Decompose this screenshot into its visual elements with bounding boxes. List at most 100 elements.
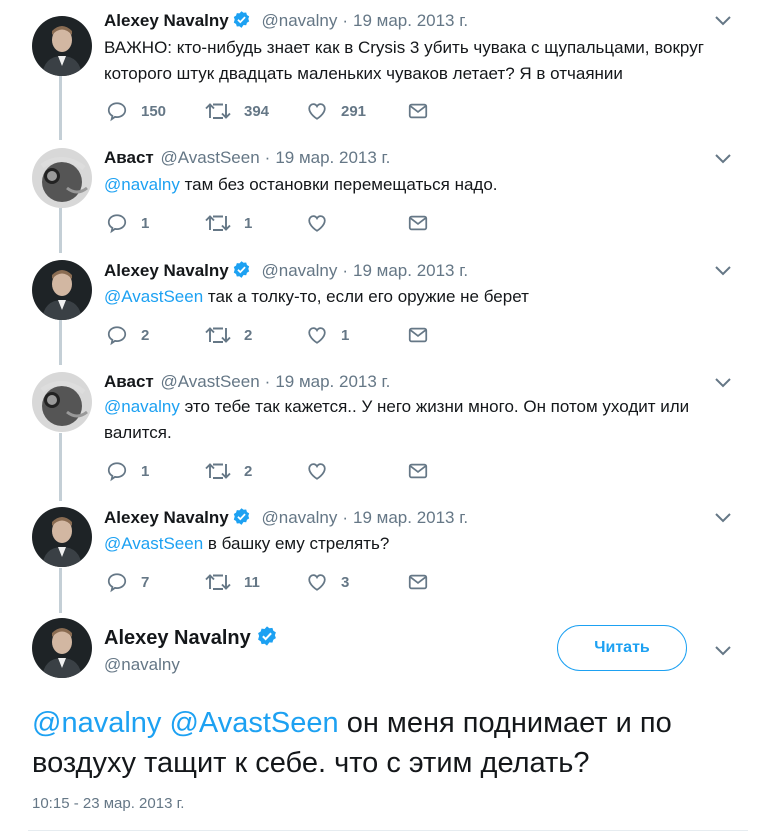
tweet[interactable]: Alexey Navalny @navalny · 19 мар. 2013 г. …: [0, 260, 777, 360]
tweet-date[interactable]: 19 мар. 2013 г.: [275, 148, 390, 167]
mention-link[interactable]: @navalny: [32, 707, 161, 739]
tweet-date[interactable]: 19 мар. 2013 г.: [353, 508, 468, 527]
author-name[interactable]: Alexey Navalny: [104, 11, 229, 30]
retweet-button[interactable]: 11: [205, 570, 260, 594]
heart-icon: [308, 327, 326, 344]
main-author-name-text[interactable]: Alexey Navalny: [104, 627, 251, 649]
author-handle[interactable]: @navalny: [261, 11, 337, 30]
retweet-icon: [205, 103, 231, 119]
mention-link[interactable]: @AvastSeen: [169, 707, 338, 739]
avatar[interactable]: [32, 148, 92, 208]
reply-count: 7: [141, 573, 150, 591]
avatar[interactable]: [32, 372, 92, 432]
like-button[interactable]: [306, 211, 341, 235]
reply-button[interactable]: 2: [106, 323, 149, 347]
envelope-icon: [408, 574, 428, 590]
tweet-header: Alexey Navalny @navalny · 19 мар. 2013 г.: [104, 507, 468, 531]
reply-count: 150: [141, 102, 167, 120]
envelope-icon: [408, 215, 428, 231]
chevron-down-icon[interactable]: [713, 644, 733, 663]
follow-button[interactable]: Читать: [557, 625, 687, 671]
author-name[interactable]: Аваст: [104, 372, 154, 391]
mention-link[interactable]: @navalny: [104, 175, 180, 194]
tweet-header: Alexey Navalny @navalny · 19 мар. 2013 г.: [104, 10, 468, 34]
separator-dot: ·: [264, 148, 271, 167]
author-name[interactable]: Аваст: [104, 148, 154, 167]
chevron-down-icon[interactable]: [713, 14, 733, 33]
tweet-text: @AvastSeen так а толку-то, если его оруж…: [104, 284, 729, 310]
retweet-count: 1: [244, 214, 253, 232]
retweet-icon: [205, 574, 231, 590]
tweet[interactable]: Аваст @AvastSeen · 19 мар. 2013 г. @navaln…: [0, 148, 777, 248]
separator-dot: ·: [342, 261, 349, 280]
like-button[interactable]: 1: [306, 323, 349, 347]
separator-dot: ·: [342, 508, 349, 527]
tweet-date[interactable]: 19 мар. 2013 г.: [353, 11, 468, 30]
reply-icon: [107, 573, 127, 593]
verified-badge-icon: [256, 625, 278, 653]
dm-button[interactable]: [407, 459, 429, 483]
avatar[interactable]: [32, 16, 92, 76]
main-author-handle[interactable]: @navalny: [104, 655, 180, 675]
reply-button[interactable]: 1: [106, 459, 149, 483]
like-button[interactable]: [306, 459, 341, 483]
tweet-header: Аваст @AvastSeen · 19 мар. 2013 г.: [104, 372, 390, 392]
reply-icon: [107, 102, 127, 122]
reply-count: 2: [141, 326, 150, 344]
tweet-date[interactable]: 19 мар. 2013 г.: [353, 261, 468, 280]
like-button[interactable]: 291: [306, 99, 366, 123]
envelope-icon: [408, 103, 428, 119]
tweet-body: так а толку-то, если его оружие не берет: [203, 287, 529, 306]
retweet-count: 11: [244, 573, 260, 591]
mention-link[interactable]: @navalny: [104, 397, 180, 416]
avatar[interactable]: [32, 507, 92, 567]
retweet-button[interactable]: 1: [205, 211, 252, 235]
tweet[interactable]: Alexey Navalny @navalny · 19 мар. 2013 г. …: [0, 507, 777, 607]
heart-icon: [308, 574, 326, 591]
like-count: 3: [341, 573, 350, 591]
reply-button[interactable]: 1: [106, 211, 149, 235]
tweet-body: ВАЖНО: кто-нибудь знает как в Crysis 3 у…: [104, 38, 704, 83]
mention-link[interactable]: @AvastSeen: [104, 534, 203, 553]
like-count: 291: [341, 102, 367, 120]
tweet-date[interactable]: 19 мар. 2013 г.: [275, 372, 390, 391]
chevron-down-icon[interactable]: [713, 152, 733, 171]
retweet-button[interactable]: 394: [205, 99, 269, 123]
dm-button[interactable]: [407, 570, 429, 594]
author-name[interactable]: Alexey Navalny: [104, 261, 229, 280]
author-name[interactable]: Alexey Navalny: [104, 508, 229, 527]
reply-button[interactable]: 150: [106, 99, 166, 123]
tweet-body: в башку ему стрелять?: [203, 534, 390, 553]
chevron-down-icon[interactable]: [713, 264, 733, 283]
reply-icon: [107, 326, 127, 346]
main-avatar[interactable]: [32, 618, 92, 678]
tweet[interactable]: Alexey Navalny @navalny · 19 мар. 2013 г. …: [0, 10, 777, 130]
dm-button[interactable]: [407, 211, 429, 235]
reply-button[interactable]: 7: [106, 570, 149, 594]
tweet[interactable]: Аваст @AvastSeen · 19 мар. 2013 г. @navaln…: [0, 372, 777, 492]
dm-button[interactable]: [407, 99, 429, 123]
reply-count: 1: [141, 214, 150, 232]
tweet-text: @AvastSeen в башку ему стрелять?: [104, 531, 729, 557]
like-count: 1: [341, 326, 350, 344]
author-handle[interactable]: @navalny: [261, 508, 337, 527]
retweet-button[interactable]: 2: [205, 459, 252, 483]
main-tweet-text: @navalny @AvastSeen он меня поднимает и …: [32, 703, 752, 783]
avatar[interactable]: [32, 260, 92, 320]
retweet-button[interactable]: 2: [205, 323, 252, 347]
author-handle[interactable]: @AvastSeen: [160, 148, 259, 167]
dm-button[interactable]: [407, 323, 429, 347]
verified-badge-icon: [232, 260, 251, 284]
mention-link[interactable]: @AvastSeen: [104, 287, 203, 306]
like-button[interactable]: 3: [306, 570, 349, 594]
retweet-icon: [205, 215, 231, 231]
chevron-down-icon[interactable]: [713, 376, 733, 395]
chevron-down-icon[interactable]: [713, 511, 733, 530]
tweet-text: ВАЖНО: кто-нибудь знает как в Crysis 3 у…: [104, 35, 729, 87]
retweet-icon: [205, 327, 231, 343]
heart-icon: [308, 103, 326, 120]
tweet-timestamp[interactable]: 10:15 - 23 мар. 2013 г.: [32, 795, 184, 812]
main-author-name[interactable]: Alexey Navalny: [104, 625, 278, 653]
author-handle[interactable]: @AvastSeen: [160, 372, 259, 391]
author-handle[interactable]: @navalny: [261, 261, 337, 280]
